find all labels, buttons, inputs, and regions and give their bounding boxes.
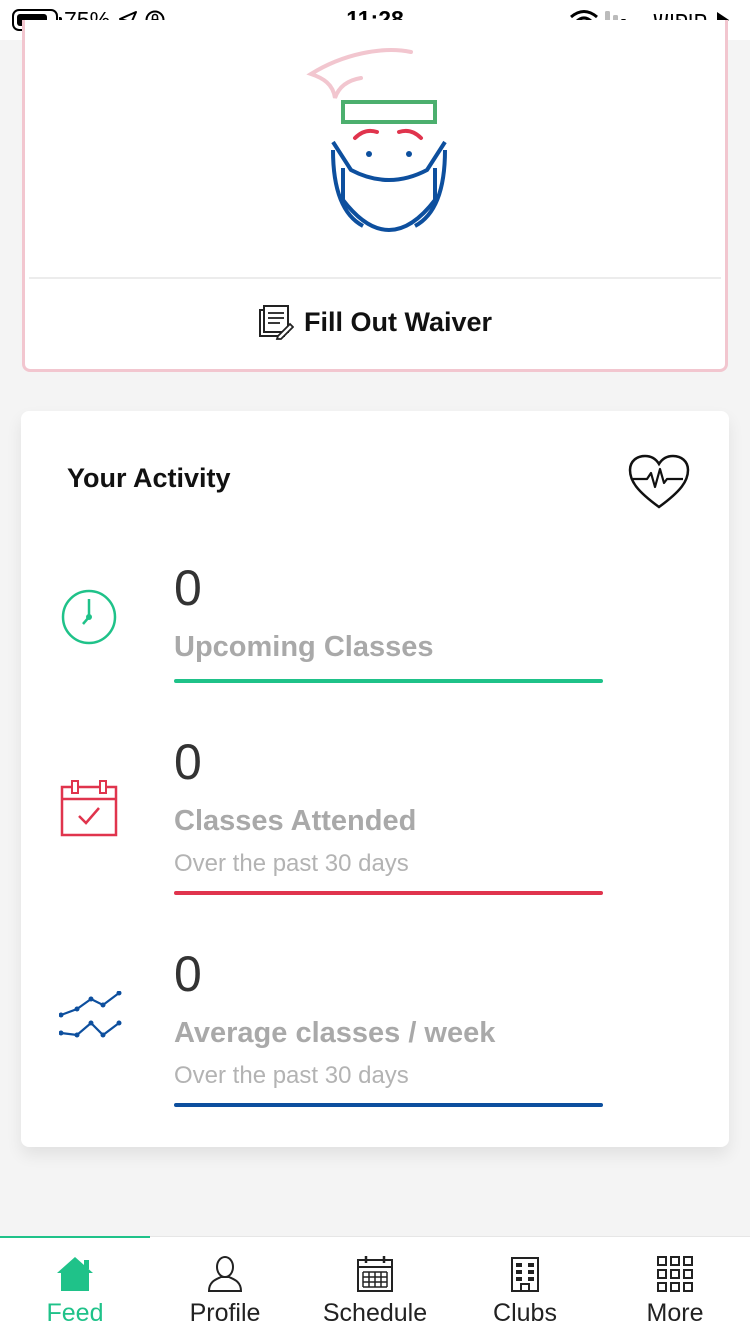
grid-icon [657,1256,693,1292]
waiver-illustration [25,40,725,280]
calendar-check-icon [60,780,118,837]
app-screen: 75% 11:28 [0,0,750,1334]
masked-face-illustration [306,48,447,232]
stat-value: 0 [174,734,202,790]
stat-value: 0 [174,560,202,616]
nav-item-more[interactable]: More [600,1237,750,1334]
document-pen-icon [258,305,294,340]
stat-label: Classes Attended [174,805,417,837]
clock-icon [61,589,117,645]
nav-item-schedule[interactable]: Schedule [300,1237,450,1334]
stat-upcoming-classes: 0 Upcoming Classes [21,560,729,691]
nav-item-profile[interactable]: Profile [150,1237,300,1334]
nav-label: Profile [189,1299,261,1327]
activity-card: Your Activity 0 Upcoming Classes 0 Class… [21,411,729,1147]
nav-item-feed[interactable]: Feed [0,1237,150,1334]
heartbeat-icon [628,454,690,509]
waiver-divider [29,277,721,279]
stat-classes-attended: 0 Classes Attended Over the past 30 days [21,733,729,903]
fill-out-waiver-label: Fill Out Waiver [303,306,493,337]
trend-lines-icon [59,991,122,1038]
nav-label: Feed [46,1299,104,1327]
home-icon [57,1257,93,1291]
person-icon [207,1256,243,1292]
bottom-nav: Feed Profile Schedule Clubs More [0,1236,750,1334]
waiver-card: Fill Out Waiver [22,20,728,372]
nav-item-clubs[interactable]: Clubs [450,1237,600,1334]
nav-label: More [646,1299,704,1327]
stat-subtitle: Over the past 30 days [174,1062,409,1089]
stat-label: Upcoming Classes [174,631,434,663]
calendar-icon [357,1256,393,1292]
activity-title: Your Activity [67,463,231,493]
stat-underline [174,891,603,895]
nav-label: Schedule [322,1299,428,1327]
nav-label: Clubs [493,1299,557,1327]
stat-average-classes-week: 0 Average classes / week Over the past 3… [21,945,729,1115]
stat-underline [174,1103,603,1107]
stat-subtitle: Over the past 30 days [174,850,409,877]
building-icon [511,1257,539,1292]
stat-underline [174,679,603,683]
stat-value: 0 [174,946,202,1002]
stat-label: Average classes / week [174,1017,496,1049]
fill-out-waiver-button[interactable]: Fill Out Waiver [25,282,725,362]
